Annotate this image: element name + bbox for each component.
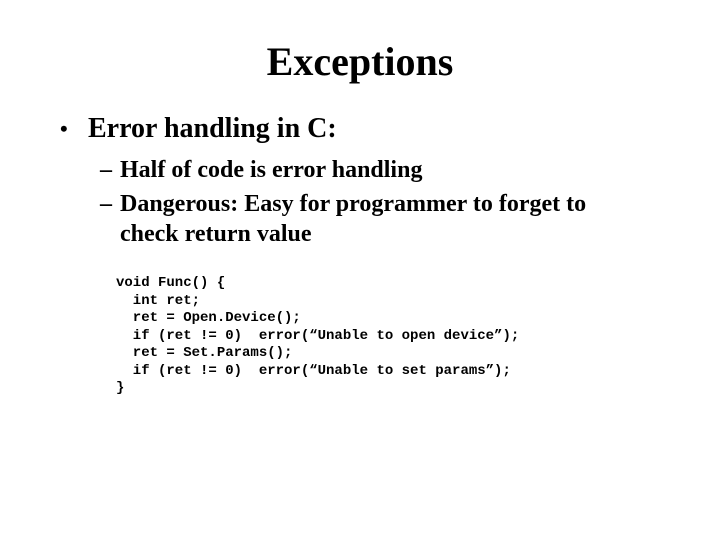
bullet-dot-icon: • xyxy=(60,115,88,143)
bullet-level-2: – Half of code is error handling xyxy=(100,155,670,185)
code-block: void Func() { int ret; ret = Open.Device… xyxy=(116,275,670,398)
slide: Exceptions • Error handling in C: – Half… xyxy=(0,0,720,540)
bullet-l1-text: Error handling in C: xyxy=(88,113,337,145)
bullet-l2-text: Half of code is error handling xyxy=(120,155,670,185)
bullet-dash-icon: – xyxy=(100,155,120,185)
bullet-l2-text: Dangerous: Easy for programmer to forget… xyxy=(120,189,670,249)
slide-body: • Error handling in C: – Half of code is… xyxy=(0,113,720,398)
bullet-level-1: • Error handling in C: xyxy=(60,113,670,145)
bullet-level-2-group: – Half of code is error handling – Dange… xyxy=(60,155,670,249)
bullet-level-2: – Dangerous: Easy for programmer to forg… xyxy=(100,189,670,249)
code-block-wrap: void Func() { int ret; ret = Open.Device… xyxy=(60,253,670,398)
bullet-dash-icon: – xyxy=(100,189,120,219)
slide-title: Exceptions xyxy=(0,0,720,113)
